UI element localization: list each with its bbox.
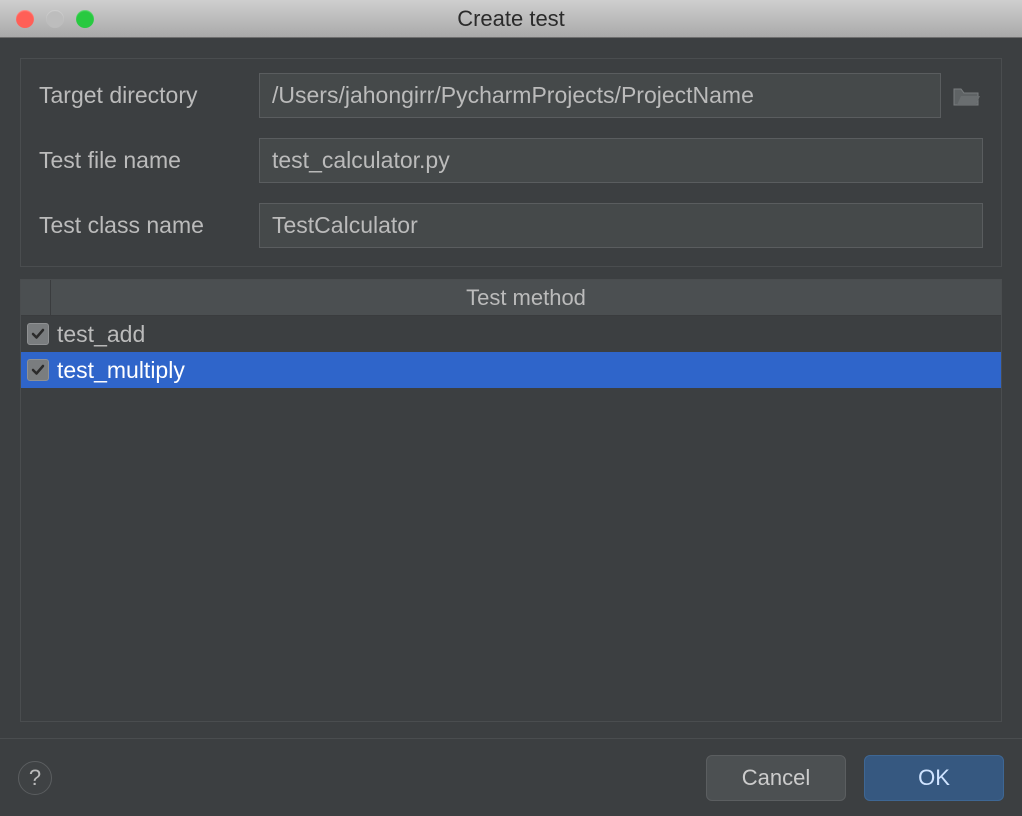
method-checkbox[interactable] <box>27 323 49 345</box>
test-class-name-input[interactable] <box>259 203 983 248</box>
cancel-button[interactable]: Cancel <box>706 755 846 801</box>
method-row[interactable]: test_add <box>21 316 1001 352</box>
target-directory-label: Target directory <box>39 82 259 109</box>
test-file-name-label: Test file name <box>39 147 259 174</box>
help-button[interactable]: ? <box>18 761 52 795</box>
form-block: Target directory Test file name Test cla… <box>20 58 1002 267</box>
titlebar: Create test <box>0 0 1022 38</box>
cancel-button-label: Cancel <box>742 765 810 791</box>
help-icon: ? <box>29 765 41 791</box>
method-checkbox[interactable] <box>27 359 49 381</box>
method-list-header: Test method <box>21 280 1001 316</box>
method-name: test_multiply <box>57 357 185 384</box>
dialog-window: Create test Target directory Test file n… <box>0 0 1022 816</box>
dialog-title: Create test <box>0 6 1022 32</box>
dialog-footer: ? Cancel OK <box>0 738 1022 816</box>
method-name: test_add <box>57 321 145 348</box>
target-directory-input[interactable] <box>259 73 941 118</box>
method-list-body: test_add test_multiply <box>21 316 1001 388</box>
test-file-name-row: Test file name <box>39 138 983 183</box>
ok-button[interactable]: OK <box>864 755 1004 801</box>
method-list: Test method test_add test_multiply <box>20 279 1002 722</box>
method-header-label: Test method <box>51 280 1001 315</box>
target-directory-row: Target directory <box>39 73 983 118</box>
method-header-checkbox-col <box>21 280 51 315</box>
ok-button-label: OK <box>918 765 950 791</box>
test-file-name-input[interactable] <box>259 138 983 183</box>
dialog-content: Target directory Test file name Test cla… <box>0 38 1022 738</box>
browse-folder-icon[interactable] <box>949 73 983 118</box>
test-class-name-label: Test class name <box>39 212 259 239</box>
test-class-name-row: Test class name <box>39 203 983 248</box>
method-row[interactable]: test_multiply <box>21 352 1001 388</box>
